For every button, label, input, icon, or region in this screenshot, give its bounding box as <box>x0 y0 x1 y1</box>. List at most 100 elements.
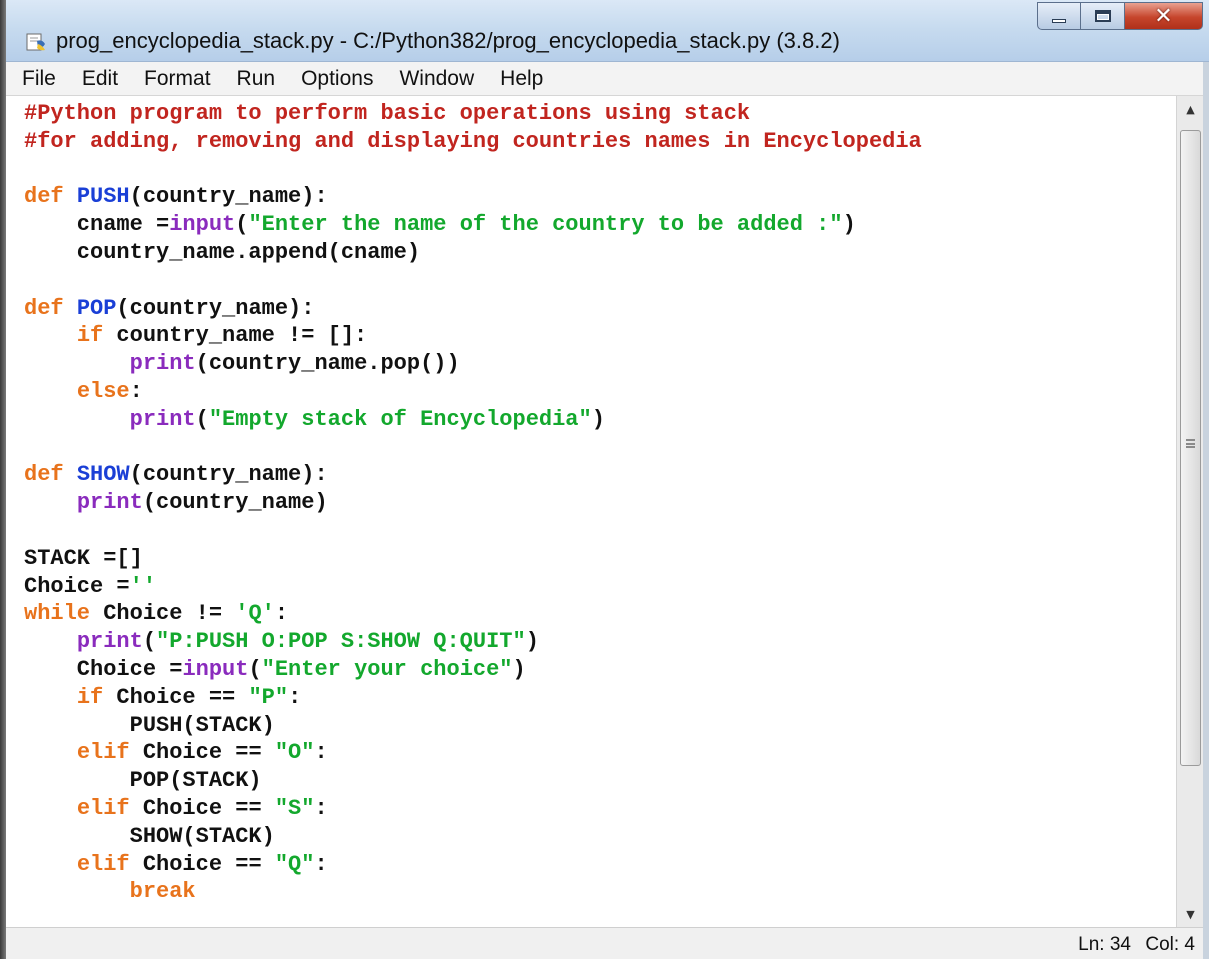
code-line[interactable]: print(country_name.pop()) <box>24 350 922 378</box>
code-token-plain: Choice == <box>103 684 249 710</box>
code-token-plain: : <box>314 795 328 821</box>
menu-file[interactable]: File <box>22 67 56 91</box>
code-token-plain: (country_name) <box>142 490 328 516</box>
code-line[interactable]: elif Choice == "S": <box>24 795 922 823</box>
menu-window[interactable]: Window <box>399 67 474 91</box>
code-line[interactable]: #for adding, removing and displaying cou… <box>24 128 922 156</box>
code-line[interactable]: #Python program to perform basic operati… <box>24 100 922 128</box>
code-line[interactable]: print(country_name) <box>24 489 922 517</box>
code-token-string: "P:PUSH O:POP S:SHOW Q:QUIT" <box>156 629 526 655</box>
code-token-string: '' <box>129 573 157 599</box>
code-token-plain: ( <box>235 212 249 238</box>
code-line[interactable]: elif Choice == "O": <box>24 739 922 767</box>
code-token-plain: ) <box>512 656 526 682</box>
code-token-keyword: else <box>76 378 130 404</box>
window-controls: ✕ <box>1037 2 1203 32</box>
code-token-keyword: def <box>24 295 77 321</box>
code-token-plain: (country_name.pop()) <box>195 351 460 377</box>
code-token-plain: ) <box>525 629 539 655</box>
code-token-string: "Enter the name of the country to be add… <box>248 212 843 238</box>
code-token-plain: (country_name): <box>129 184 328 210</box>
menu-bar: File Edit Format Run Options Window Help <box>6 62 1209 96</box>
menu-edit[interactable]: Edit <box>82 67 118 91</box>
code-token-defname: PUSH <box>76 184 130 210</box>
code-line[interactable] <box>24 156 922 184</box>
code-token-plain: Choice = <box>24 656 183 682</box>
code-token-string: "P" <box>248 684 289 710</box>
code-line[interactable] <box>24 517 922 545</box>
code-token-builtin: input <box>182 656 249 682</box>
scrollbar-grip-icon <box>1186 439 1195 448</box>
code-token-string: "Enter your choice" <box>261 656 513 682</box>
python-idle-icon[interactable] <box>26 31 48 53</box>
code-token-plain: : <box>129 378 143 404</box>
vertical-scrollbar[interactable]: ▲ ▼ <box>1176 96 1203 927</box>
code-token-defname: POP <box>76 295 117 321</box>
code-line[interactable]: def SHOW(country_name): <box>24 461 922 489</box>
code-token-plain: Choice != <box>90 601 236 627</box>
window-right-border <box>1203 62 1209 959</box>
code-token-plain: cname = <box>24 212 170 238</box>
code-line[interactable]: Choice ='' <box>24 573 922 601</box>
close-button[interactable]: ✕ <box>1125 2 1203 30</box>
code-token-keyword: elif <box>76 740 130 766</box>
scroll-down-arrow-icon[interactable]: ▼ <box>1177 901 1204 927</box>
code-token-plain: ( <box>195 406 209 432</box>
code-line[interactable]: elif Choice == "Q": <box>24 851 922 879</box>
code-line[interactable]: break <box>24 878 922 906</box>
code-token-keyword: elif <box>76 795 130 821</box>
code-line[interactable]: SHOW(STACK) <box>24 823 922 851</box>
code-line[interactable]: def POP(country_name): <box>24 295 922 323</box>
code-token-string: 'Q' <box>235 601 275 627</box>
menu-help[interactable]: Help <box>500 67 543 91</box>
code-line[interactable] <box>24 434 922 462</box>
title-bar[interactable]: prog_encyclopedia_stack.py - C:/Python38… <box>6 0 1209 62</box>
code-token-plain: PUSH(STACK) <box>24 712 275 738</box>
code-token-plain: ( <box>142 629 157 655</box>
code-token-plain: Choice == <box>129 795 275 821</box>
code-line[interactable]: Choice =input("Enter your choice") <box>24 656 922 684</box>
code-line[interactable]: def PUSH(country_name): <box>24 183 922 211</box>
code-token-string: "Q" <box>274 851 315 877</box>
code-token-plain: country_name.append(cname) <box>24 239 421 265</box>
minimize-button[interactable] <box>1037 2 1081 30</box>
code-token-plain: country_name != []: <box>103 323 368 349</box>
code-line[interactable]: print("Empty stack of Encyclopedia") <box>24 406 922 434</box>
code-line[interactable]: print("P:PUSH O:POP S:SHOW Q:QUIT") <box>24 628 922 656</box>
code-token-builtin: input <box>169 212 236 238</box>
scrollbar-thumb[interactable] <box>1180 130 1201 766</box>
code-token-plain: STACK =[] <box>24 545 143 571</box>
menu-run[interactable]: Run <box>237 67 276 91</box>
code-token-plain: : <box>314 740 328 766</box>
code-editor[interactable]: #Python program to perform basic operati… <box>6 96 1176 927</box>
scroll-up-arrow-icon[interactable]: ▲ <box>1177 96 1204 122</box>
code-token-plain: Choice == <box>129 851 275 877</box>
code-token-plain: SHOW(STACK) <box>24 823 275 849</box>
code-text[interactable]: #Python program to perform basic operati… <box>24 100 922 906</box>
code-token-plain: ( <box>248 656 262 682</box>
code-line[interactable]: POP(STACK) <box>24 767 922 795</box>
status-column-number: Col: 4 <box>1145 934 1195 955</box>
code-line[interactable]: while Choice != 'Q': <box>24 600 922 628</box>
code-line[interactable]: cname =input("Enter the name of the coun… <box>24 211 922 239</box>
code-token-plain: Choice = <box>24 573 130 599</box>
code-line[interactable]: STACK =[] <box>24 545 922 573</box>
code-line[interactable]: if country_name != []: <box>24 322 922 350</box>
code-line[interactable]: else: <box>24 378 922 406</box>
code-token-comment: #for adding, removing and displaying cou… <box>24 128 922 154</box>
code-token-plain: (country_name): <box>116 295 315 321</box>
code-line[interactable] <box>24 267 922 295</box>
code-line[interactable]: PUSH(STACK) <box>24 712 922 740</box>
code-line[interactable]: if Choice == "P": <box>24 684 922 712</box>
maximize-button[interactable] <box>1081 2 1125 30</box>
menu-format[interactable]: Format <box>144 67 211 91</box>
code-token-builtin: print <box>76 629 143 655</box>
menu-options[interactable]: Options <box>301 67 373 91</box>
code-line[interactable]: country_name.append(cname) <box>24 239 922 267</box>
code-token-keyword: if <box>76 684 104 710</box>
